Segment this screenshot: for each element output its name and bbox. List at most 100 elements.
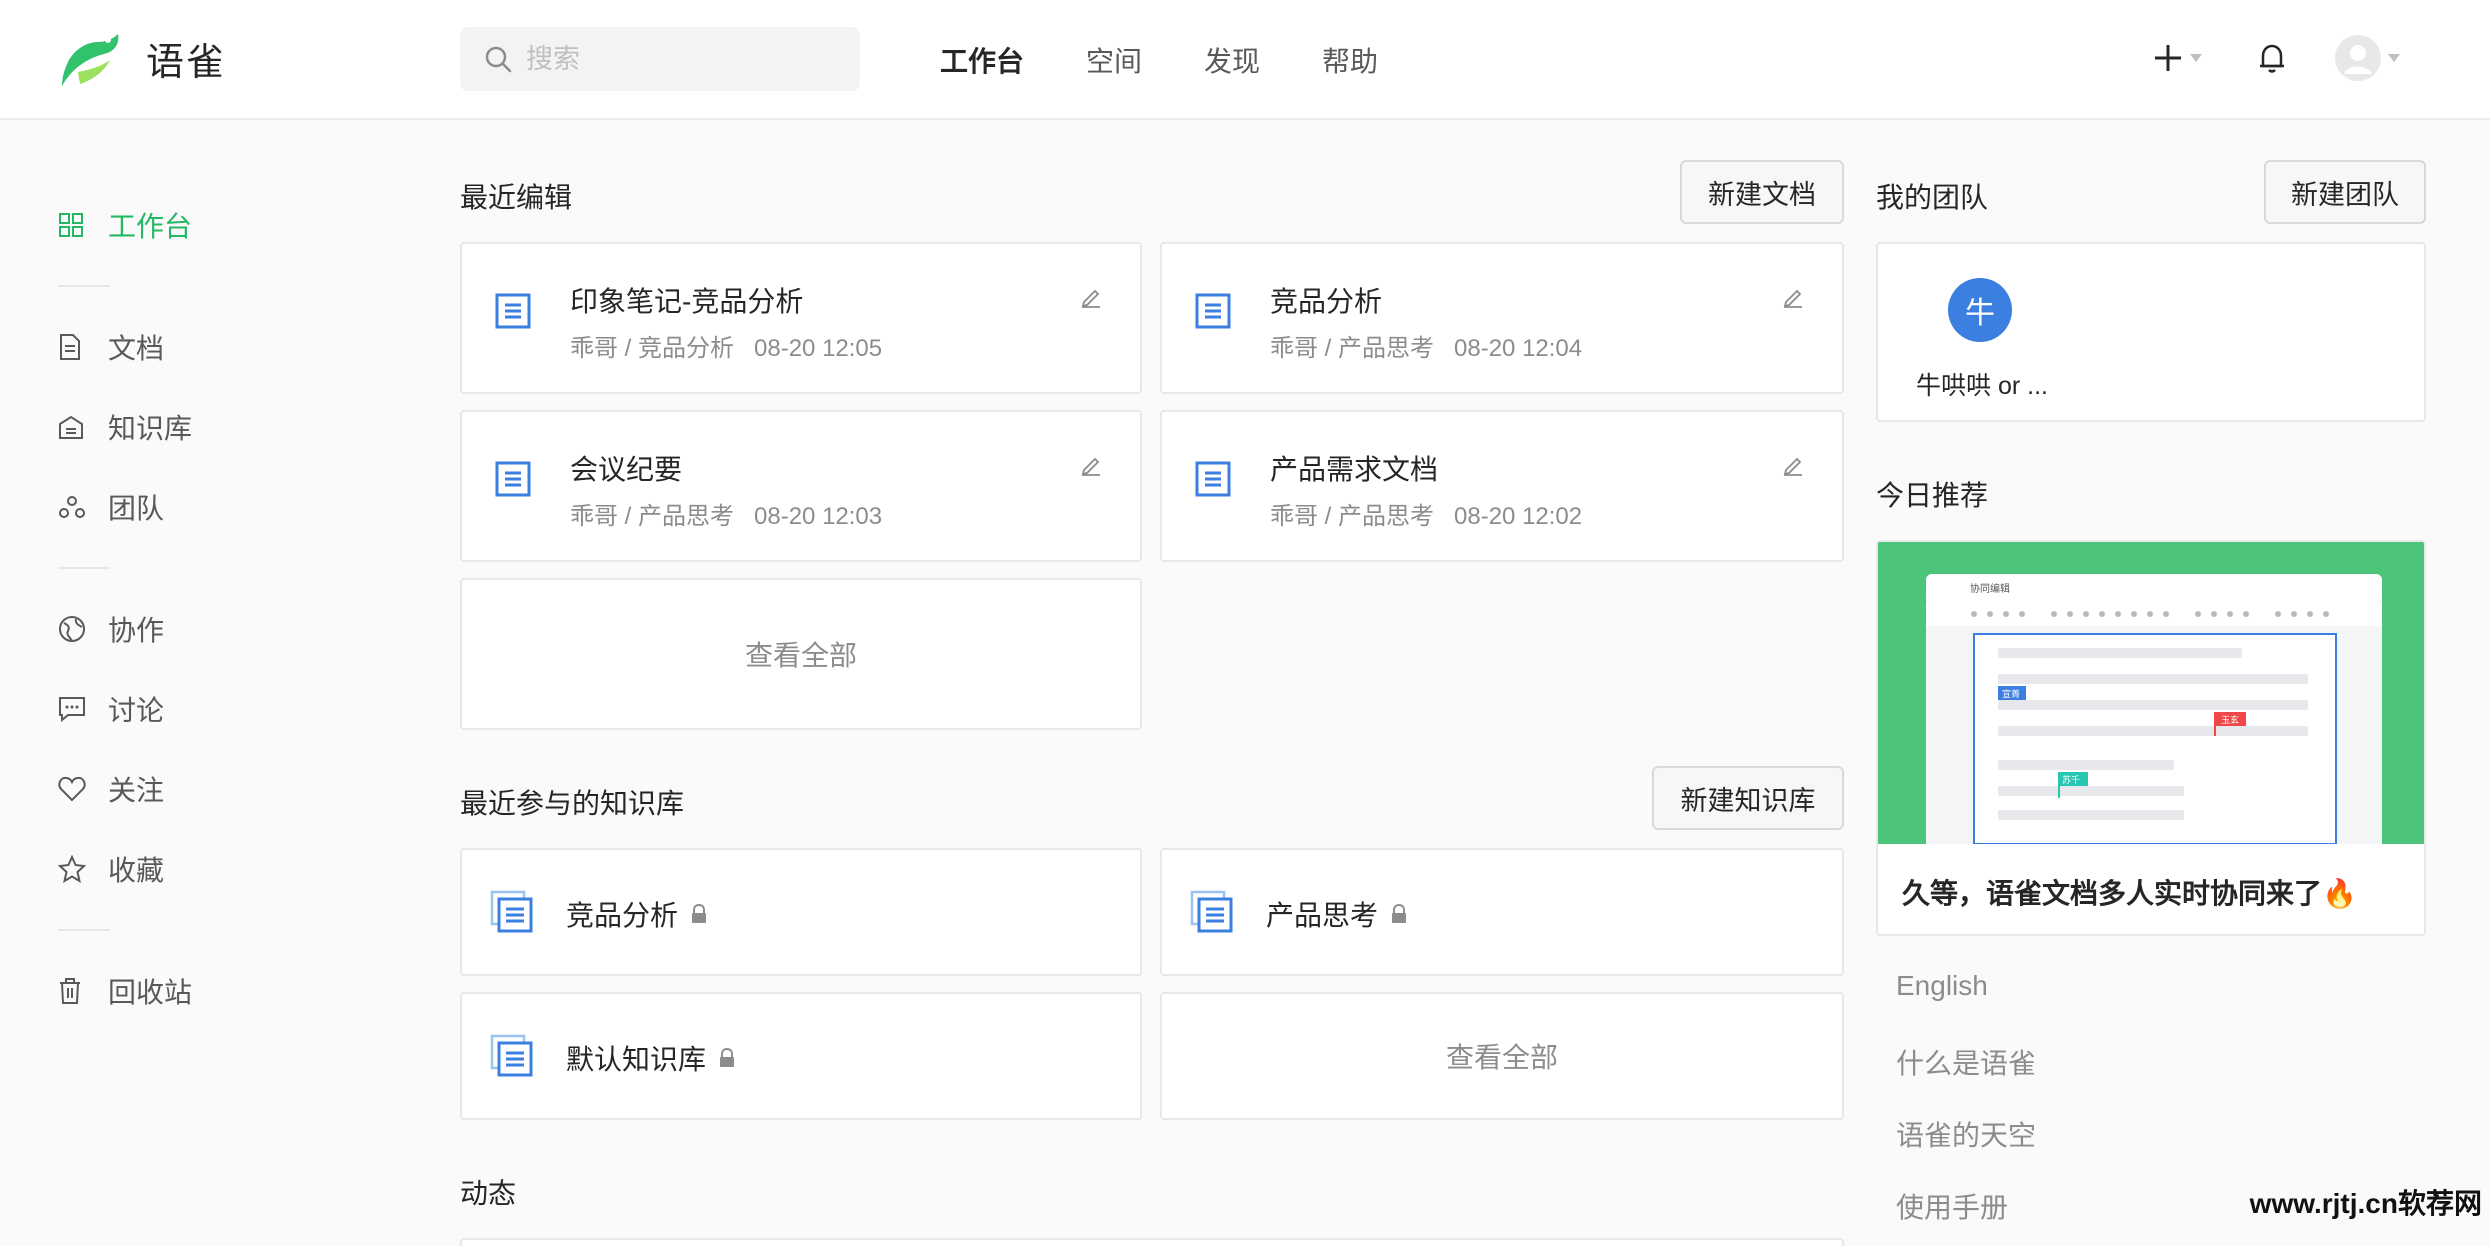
- search-input[interactable]: [526, 43, 826, 75]
- edit-icon[interactable]: [1782, 286, 1804, 308]
- sidebar-item-workbench[interactable]: 工作台: [58, 185, 298, 265]
- doc-title: 会议纪要: [570, 454, 683, 485]
- library-book-icon: [1190, 890, 1233, 933]
- logo[interactable]: 语雀: [58, 28, 226, 88]
- sidebar-item-trash[interactable]: 回收站: [58, 951, 298, 1031]
- sidebar-item-favorites[interactable]: 收藏: [58, 829, 298, 909]
- repo-title: 竞品分析: [566, 894, 708, 934]
- repo-name: 竞品分析: [566, 900, 679, 931]
- user-menu-button[interactable]: [2334, 34, 2400, 82]
- link-yuque-sky[interactable]: 语雀的天空: [1896, 1114, 2036, 1186]
- activity-feed: [460, 1238, 1844, 1246]
- editor-preview-illustration: 协同编辑 宣菁 玉玄 苏千: [1926, 574, 2382, 844]
- edit-icon[interactable]: [1782, 454, 1804, 476]
- preview-tag: 玉玄: [2221, 714, 2239, 726]
- recent-edits-title: 最近编辑: [460, 182, 573, 213]
- new-team-button[interactable]: 新建团队: [2264, 160, 2426, 224]
- repo-name: 默认知识库: [566, 1044, 707, 1075]
- top-header: 语雀 工作台 空间 发现 帮助: [0, 0, 2490, 120]
- doc-time: 08-20 12:04: [1454, 335, 1583, 362]
- sidebar-item-docs[interactable]: 文档: [58, 307, 298, 387]
- repo-card[interactable]: 默认知识库: [460, 992, 1142, 1120]
- new-repo-button[interactable]: 新建知识库: [1652, 766, 1844, 830]
- sidebar-item-label: 收藏: [108, 855, 165, 886]
- edit-icon[interactable]: [1080, 454, 1102, 476]
- preview-tag: 苏千: [2062, 774, 2080, 786]
- link-user-manual[interactable]: 使用手册: [1896, 1186, 2036, 1246]
- doc-card[interactable]: 会议纪要 乖哥 / 产品思考 08-20 12:03: [460, 410, 1142, 562]
- nav-discover[interactable]: 发现: [1204, 40, 1260, 80]
- preview-header-label: 协同编辑: [1970, 582, 2010, 595]
- team-avatar[interactable]: 牛: [1948, 278, 2012, 342]
- repo-card[interactable]: 产品思考: [1160, 848, 1844, 976]
- doc-meta: 乖哥 / 产品思考 08-20 12:03: [570, 496, 882, 531]
- doc-time: 08-20 12:02: [1454, 503, 1583, 530]
- recommend-card[interactable]: 协同编辑 宣菁 玉玄 苏千 久等，语雀文档多人实时协同来了🔥: [1876, 540, 2426, 936]
- lock-icon: [720, 1048, 735, 1067]
- nav-space[interactable]: 空间: [1086, 40, 1142, 80]
- sidebar: 工作台 文档 知识库 团队 协作 讨论 关注 收藏 回收站: [58, 185, 298, 1031]
- activity-title: 动态: [460, 1178, 517, 1209]
- doc-path: 乖哥 / 产品思考: [1270, 503, 1435, 530]
- doc-card[interactable]: 印象笔记-竞品分析 乖哥 / 竞品分析 08-20 12:05: [460, 242, 1142, 394]
- nav-help[interactable]: 帮助: [1322, 40, 1378, 80]
- recommend-card-title: 久等，语雀文档多人实时协同来了🔥: [1902, 878, 2357, 909]
- doc-time: 08-20 12:03: [754, 503, 883, 530]
- edit-icon[interactable]: [1080, 286, 1102, 308]
- doc-title: 产品需求文档: [1270, 454, 1439, 485]
- sidebar-item-label: 回收站: [108, 977, 193, 1008]
- doc-meta: 乖哥 / 竞品分析 08-20 12:05: [570, 328, 882, 363]
- recommend-title: 今日推荐: [1876, 480, 1989, 511]
- divider: [58, 929, 110, 931]
- trash-icon: [60, 978, 80, 1004]
- document-icon: [1195, 293, 1231, 329]
- notifications-button[interactable]: [2258, 42, 2286, 74]
- caret-down-icon: [2190, 54, 2202, 62]
- bird-logo-icon: [62, 34, 119, 86]
- library-book-icon: [490, 1034, 533, 1077]
- view-all-repos-button[interactable]: 查看全部: [1160, 992, 1844, 1120]
- sidebar-item-follow[interactable]: 关注: [58, 749, 298, 829]
- footer-links: English 什么是语雀 语雀的天空 使用手册: [1896, 970, 2036, 1246]
- app-name: 语雀: [146, 41, 227, 84]
- doc-card[interactable]: 产品需求文档 乖哥 / 产品思考 08-20 12:02: [1160, 410, 1844, 562]
- lock-icon: [692, 904, 707, 923]
- doc-path: 乖哥 / 产品思考: [570, 503, 735, 530]
- team-icon: [59, 496, 85, 518]
- star-icon: [58, 855, 86, 883]
- recommend-image: 协同编辑 宣菁 玉玄 苏千: [1878, 542, 2424, 844]
- repo-title: 产品思考: [1266, 894, 1408, 934]
- globe-icon: [59, 616, 85, 642]
- link-english[interactable]: English: [1896, 970, 2036, 1042]
- doc-card[interactable]: 竞品分析 乖哥 / 产品思考 08-20 12:04: [1160, 242, 1844, 394]
- doc-meta: 乖哥 / 产品思考 08-20 12:02: [1270, 496, 1582, 531]
- library-icon: [59, 415, 83, 439]
- my-teams-title: 我的团队: [1876, 182, 1989, 213]
- create-menu-button[interactable]: [2152, 42, 2202, 74]
- repo-card[interactable]: 竞品分析: [460, 848, 1142, 976]
- heart-icon: [58, 776, 86, 802]
- doc-time: 08-20 12:05: [754, 335, 883, 362]
- sidebar-item-discussion[interactable]: 讨论: [58, 669, 298, 749]
- team-name[interactable]: 牛哄哄 or ...: [1916, 366, 2048, 402]
- plus-icon: [2155, 45, 2181, 71]
- new-doc-button[interactable]: 新建文档: [1680, 160, 1844, 224]
- preview-tag: 宣菁: [2002, 688, 2020, 700]
- nav-workbench[interactable]: 工作台: [940, 40, 1024, 80]
- sidebar-item-label: 协作: [108, 615, 165, 646]
- watermark: www.rjtj.cn软荐网: [2249, 1188, 2482, 1219]
- document-icon: [495, 461, 531, 497]
- library-book-icon: [490, 890, 533, 933]
- sidebar-item-team[interactable]: 团队: [58, 467, 298, 547]
- sidebar-item-label: 团队: [108, 493, 165, 524]
- avatar: [2335, 35, 2381, 81]
- chat-icon: [59, 697, 85, 722]
- sidebar-item-label: 工作台: [108, 211, 193, 242]
- sidebar-item-collab[interactable]: 协作: [58, 589, 298, 669]
- sidebar-item-label: 知识库: [108, 413, 193, 444]
- search-box[interactable]: [460, 27, 860, 91]
- link-what-is-yuque[interactable]: 什么是语雀: [1896, 1042, 2036, 1114]
- bell-icon: [2260, 44, 2284, 73]
- sidebar-item-library[interactable]: 知识库: [58, 387, 298, 467]
- view-all-docs-button[interactable]: 查看全部: [460, 578, 1142, 730]
